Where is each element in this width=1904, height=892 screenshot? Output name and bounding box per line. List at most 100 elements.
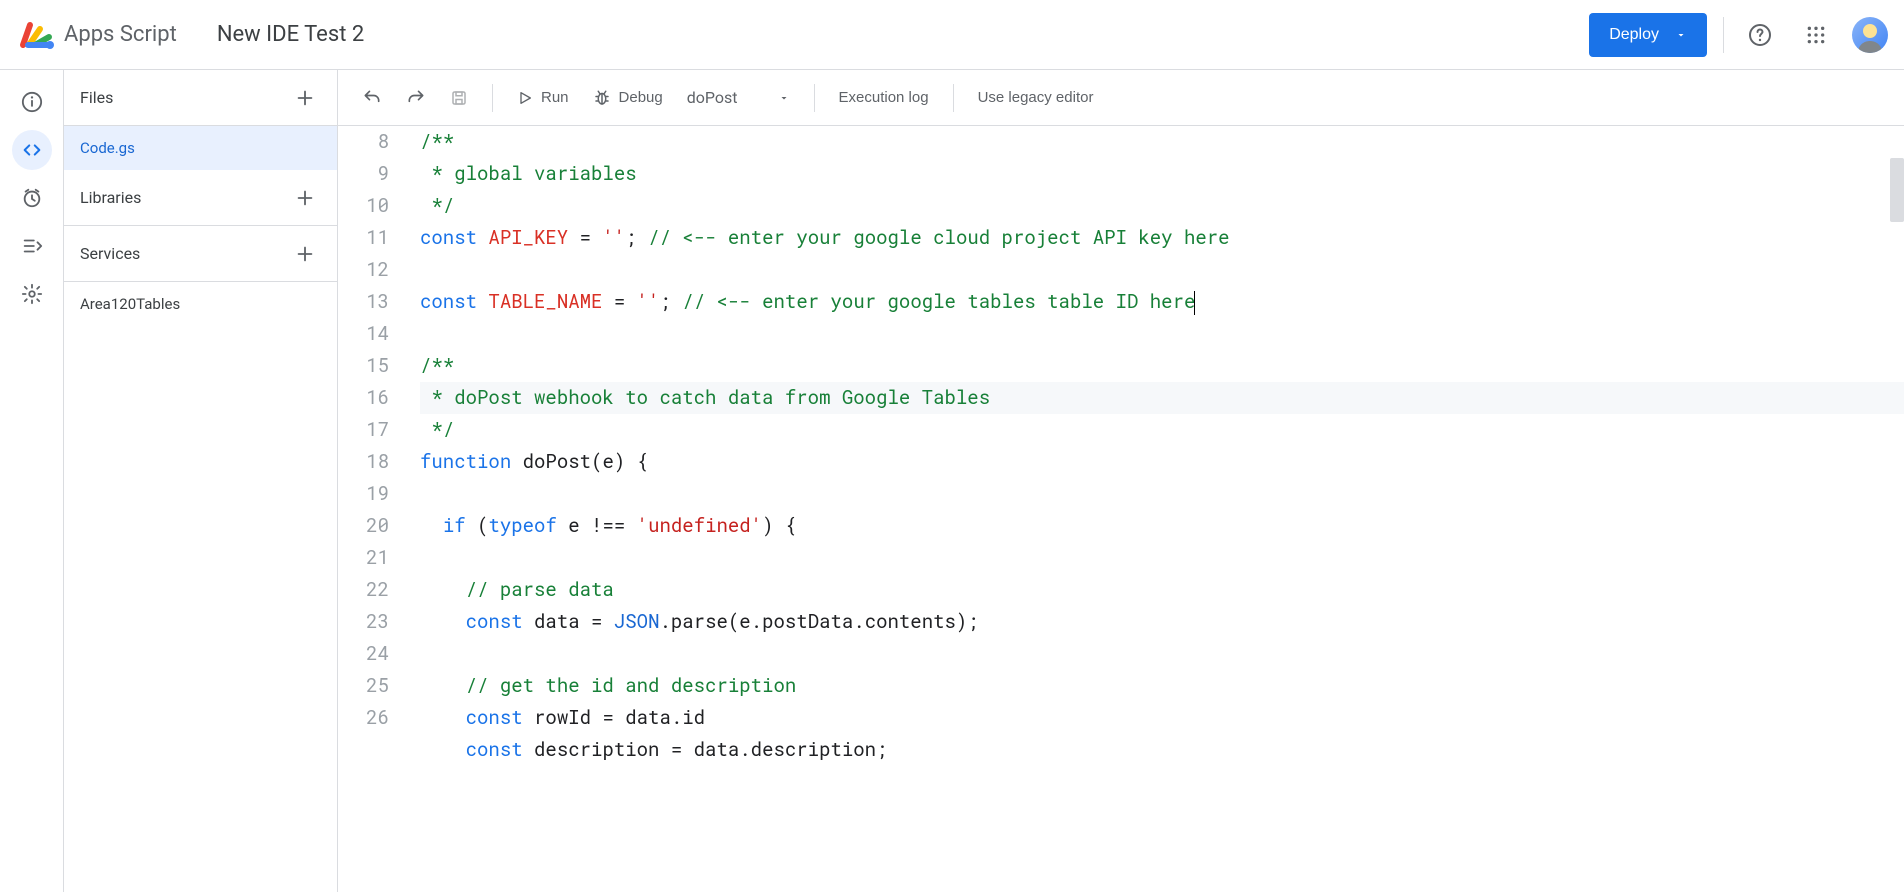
save-icon xyxy=(450,89,468,107)
line-number: 10 xyxy=(338,190,389,222)
help-icon xyxy=(1748,23,1772,47)
redo-button[interactable] xyxy=(398,80,434,116)
run-label: Run xyxy=(541,89,569,106)
logo-area: Apps Script xyxy=(16,15,177,55)
debug-button[interactable]: Debug xyxy=(585,80,671,116)
legacy-editor-button[interactable]: Use legacy editor xyxy=(970,80,1102,116)
project-sidebar: Files Code.gs Libraries Services Area120… xyxy=(64,70,338,892)
code-line[interactable] xyxy=(420,638,1904,670)
files-header: Files xyxy=(64,70,337,126)
line-number: 17 xyxy=(338,414,389,446)
separator xyxy=(492,84,493,112)
apps-script-logo-icon xyxy=(16,15,56,55)
function-selector[interactable]: doPost xyxy=(679,88,798,107)
code-content[interactable]: /** * global variables */const API_KEY =… xyxy=(408,126,1904,892)
code-line[interactable] xyxy=(420,478,1904,510)
line-number: 23 xyxy=(338,606,389,638)
apps-grid-button[interactable] xyxy=(1796,15,1836,55)
app-header: Apps Script New IDE Test 2 Deploy xyxy=(0,0,1904,70)
editor-toolbar: Run Debug doPost Execution log Use legac… xyxy=(338,70,1904,126)
line-number: 19 xyxy=(338,478,389,510)
project-title[interactable]: New IDE Test 2 xyxy=(217,22,364,47)
libraries-label: Libraries xyxy=(80,188,141,207)
code-line[interactable]: const API_KEY = ''; // <-- enter your go… xyxy=(420,222,1904,254)
code-editor[interactable]: 891011121314151617181920212223242526 /**… xyxy=(338,126,1904,892)
line-number: 9 xyxy=(338,158,389,190)
rail-overview[interactable] xyxy=(12,82,52,122)
account-avatar[interactable] xyxy=(1852,17,1888,53)
code-line[interactable]: /** xyxy=(420,126,1904,158)
rail-executions[interactable] xyxy=(12,226,52,266)
add-library-button[interactable] xyxy=(289,182,321,214)
line-number: 22 xyxy=(338,574,389,606)
editor-area: Run Debug doPost Execution log Use legac… xyxy=(338,70,1904,892)
app-name: Apps Script xyxy=(64,22,177,47)
add-file-button[interactable] xyxy=(289,82,321,114)
rail-settings[interactable] xyxy=(12,274,52,314)
line-number: 18 xyxy=(338,446,389,478)
rail-editor[interactable] xyxy=(12,130,52,170)
run-button[interactable]: Run xyxy=(509,80,577,116)
line-number: 25 xyxy=(338,670,389,702)
code-line[interactable]: if (typeof e !== 'undefined') { xyxy=(420,510,1904,542)
service-item-label: Area120Tables xyxy=(80,295,180,313)
files-label: Files xyxy=(80,88,113,107)
execution-log-button[interactable]: Execution log xyxy=(831,80,937,116)
libraries-header: Libraries xyxy=(64,170,337,226)
deploy-button[interactable]: Deploy xyxy=(1589,13,1707,57)
line-number: 26 xyxy=(338,702,389,734)
chevron-down-icon xyxy=(778,92,790,104)
line-number: 12 xyxy=(338,254,389,286)
code-line[interactable]: function doPost(e) { xyxy=(420,446,1904,478)
code-line[interactable]: // parse data xyxy=(420,574,1904,606)
separator xyxy=(953,84,954,112)
file-item-label: Code.gs xyxy=(80,139,135,157)
line-number: 20 xyxy=(338,510,389,542)
plus-icon xyxy=(294,187,316,209)
code-line[interactable]: const TABLE_NAME = ''; // <-- enter your… xyxy=(420,286,1904,318)
file-item-code-gs[interactable]: Code.gs xyxy=(64,126,337,170)
line-number: 16 xyxy=(338,382,389,414)
bug-icon xyxy=(593,89,611,107)
save-button[interactable] xyxy=(442,80,476,116)
clock-icon xyxy=(21,187,43,209)
services-label: Services xyxy=(80,244,140,263)
rail-triggers[interactable] xyxy=(12,178,52,218)
plus-icon xyxy=(294,243,316,265)
deploy-label: Deploy xyxy=(1609,26,1659,44)
legacy-editor-label: Use legacy editor xyxy=(978,89,1094,106)
code-line[interactable]: /** xyxy=(420,350,1904,382)
code-line[interactable]: */ xyxy=(420,190,1904,222)
line-number: 24 xyxy=(338,638,389,670)
redo-icon xyxy=(406,88,426,108)
apps-grid-icon xyxy=(1806,25,1826,45)
separator xyxy=(814,84,815,112)
code-line[interactable]: * global variables xyxy=(420,158,1904,190)
line-number: 8 xyxy=(338,126,389,158)
help-button[interactable] xyxy=(1740,15,1780,55)
line-number: 15 xyxy=(338,350,389,382)
debug-label: Debug xyxy=(619,89,663,106)
code-line[interactable]: const description = data.description; xyxy=(420,734,1904,766)
service-item-area120tables[interactable]: Area120Tables xyxy=(64,282,337,326)
code-line[interactable]: const data = JSON.parse(e.postData.conte… xyxy=(420,606,1904,638)
code-line[interactable]: * doPost webhook to catch data from Goog… xyxy=(420,382,1904,414)
code-line[interactable] xyxy=(420,318,1904,350)
add-service-button[interactable] xyxy=(289,238,321,270)
nav-rail xyxy=(0,70,64,892)
line-number: 11 xyxy=(338,222,389,254)
play-icon xyxy=(517,90,533,106)
function-selected: doPost xyxy=(687,88,738,107)
undo-button[interactable] xyxy=(354,80,390,116)
line-gutter: 891011121314151617181920212223242526 xyxy=(338,126,408,892)
code-line[interactable] xyxy=(420,542,1904,574)
code-line[interactable]: */ xyxy=(420,414,1904,446)
info-icon xyxy=(21,91,43,113)
execution-log-label: Execution log xyxy=(839,89,929,106)
code-line[interactable]: // get the id and description xyxy=(420,670,1904,702)
code-line[interactable]: const rowId = data.id xyxy=(420,702,1904,734)
line-number: 21 xyxy=(338,542,389,574)
plus-icon xyxy=(294,87,316,109)
chevron-down-icon xyxy=(1675,29,1687,41)
divider xyxy=(1723,17,1724,53)
